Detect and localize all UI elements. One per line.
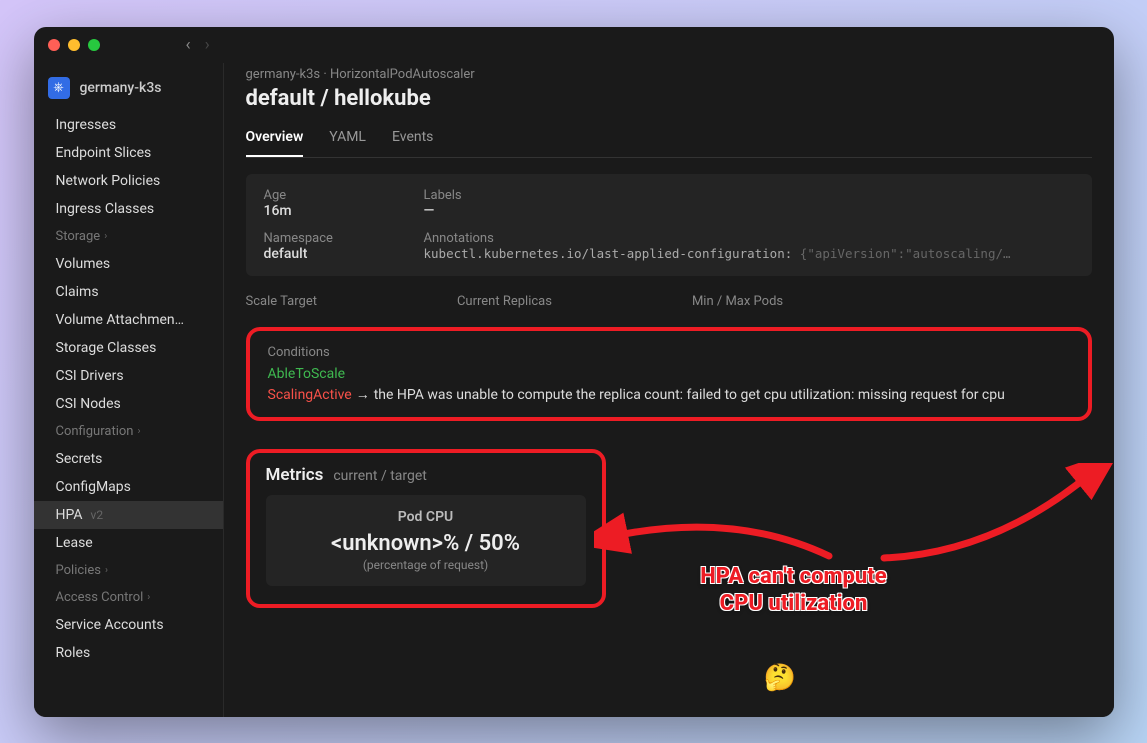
conditions-panel: Conditions AbleToScale ScalingActive → t… <box>246 327 1092 421</box>
kubernetes-icon: ⎈ <box>48 77 70 99</box>
annotations-label: Annotations <box>424 231 1074 246</box>
cluster-name: germany-k3s <box>80 80 162 96</box>
metric-value: <unknown>% / 50% <box>280 531 572 556</box>
chevron-right-icon: › <box>105 565 108 576</box>
annotation-arrow-right <box>864 463 1114 573</box>
app-window: ‹ › ⎈ germany-k3s Ingresses Endpoint Sli… <box>34 27 1114 717</box>
condition-abletoscale: AbleToScale <box>268 366 1070 382</box>
nav-back-button[interactable]: ‹ <box>186 35 191 55</box>
current-replicas-label: Current Replicas <box>457 294 552 309</box>
maximize-window-button[interactable] <box>88 39 100 51</box>
sidebar-item-csi-drivers[interactable]: CSI Drivers <box>34 362 223 390</box>
main-content: germany-k3s · HorizontalPodAutoscaler de… <box>224 63 1114 717</box>
metrics-subtitle: current / target <box>333 468 427 484</box>
titlebar: ‹ › <box>34 27 1114 63</box>
page-title: default / hellokube <box>246 86 1092 111</box>
min-max-pods-label: Min / Max Pods <box>692 294 783 309</box>
metrics-panel: Metrics current / target Pod CPU <unknow… <box>246 449 606 608</box>
chevron-right-icon: › <box>104 231 107 242</box>
age-label: Age <box>264 188 424 203</box>
chevron-right-icon: › <box>147 592 150 603</box>
tab-events[interactable]: Events <box>392 129 433 157</box>
sidebar-item-roles[interactable]: Roles <box>34 639 223 667</box>
sidebar-group-configuration[interactable]: Configuration› <box>34 418 223 445</box>
sidebar-group-policies[interactable]: Policies› <box>34 557 223 584</box>
metric-note: (percentage of request) <box>280 558 572 572</box>
annotation-arrow-left <box>594 501 844 581</box>
scale-target-label: Scale Target <box>246 294 317 309</box>
sidebar-item-volume-attachments[interactable]: Volume Attachmen… <box>34 306 223 334</box>
sidebar-item-hpa[interactable]: HPAv2 <box>34 501 223 529</box>
namespace-label: Namespace <box>264 231 424 246</box>
info-card: Age 16m Labels — Namespace default Annot… <box>246 174 1092 276</box>
tab-yaml[interactable]: YAML <box>329 129 366 157</box>
labels-value: — <box>424 203 1074 219</box>
sidebar-item-ingresses[interactable]: Ingresses <box>34 111 223 139</box>
summary-columns: Scale Target Current Replicas Min / Max … <box>246 294 1092 309</box>
metric-name: Pod CPU <box>280 509 572 525</box>
minimize-window-button[interactable] <box>68 39 80 51</box>
sidebar-item-storage-classes[interactable]: Storage Classes <box>34 334 223 362</box>
annotations-value: kubectl.kubernetes.io/last-applied-confi… <box>424 246 1074 261</box>
sidebar-item-secrets[interactable]: Secrets <box>34 445 223 473</box>
labels-label: Labels <box>424 188 1074 203</box>
conditions-label: Conditions <box>268 345 1070 360</box>
close-window-button[interactable] <box>48 39 60 51</box>
sidebar-item-csi-nodes[interactable]: CSI Nodes <box>34 390 223 418</box>
sidebar-group-storage[interactable]: Storage› <box>34 223 223 250</box>
namespace-value: default <box>264 246 424 262</box>
sidebar-item-claims[interactable]: Claims <box>34 278 223 306</box>
tabs: Overview YAML Events <box>246 129 1092 158</box>
sidebar-item-network-policies[interactable]: Network Policies <box>34 167 223 195</box>
cluster-header[interactable]: ⎈ germany-k3s <box>34 69 223 111</box>
age-value: 16m <box>264 203 424 219</box>
chevron-right-icon: › <box>137 426 140 437</box>
sidebar-item-endpoint-slices[interactable]: Endpoint Slices <box>34 139 223 167</box>
tab-overview[interactable]: Overview <box>246 129 304 157</box>
annotation-text: HPA can't compute CPU utilization <box>654 563 934 618</box>
sidebar-group-access-control[interactable]: Access Control› <box>34 584 223 611</box>
metrics-title: Metrics <box>266 465 324 485</box>
sidebar: ⎈ germany-k3s Ingresses Endpoint Slices … <box>34 63 224 717</box>
sidebar-item-volumes[interactable]: Volumes <box>34 250 223 278</box>
thinking-face-emoji: 🤔 <box>764 663 796 693</box>
sidebar-item-lease[interactable]: Lease <box>34 529 223 557</box>
nav-forward-button[interactable]: › <box>205 35 210 55</box>
metric-card-pod-cpu: Pod CPU <unknown>% / 50% (percentage of … <box>266 495 586 586</box>
sidebar-item-configmaps[interactable]: ConfigMaps <box>34 473 223 501</box>
condition-scalingactive: ScalingActive → the HPA was unable to co… <box>268 386 1070 403</box>
sidebar-item-service-accounts[interactable]: Service Accounts <box>34 611 223 639</box>
breadcrumb: germany-k3s · HorizontalPodAutoscaler <box>246 63 1092 82</box>
sidebar-item-ingress-classes[interactable]: Ingress Classes <box>34 195 223 223</box>
